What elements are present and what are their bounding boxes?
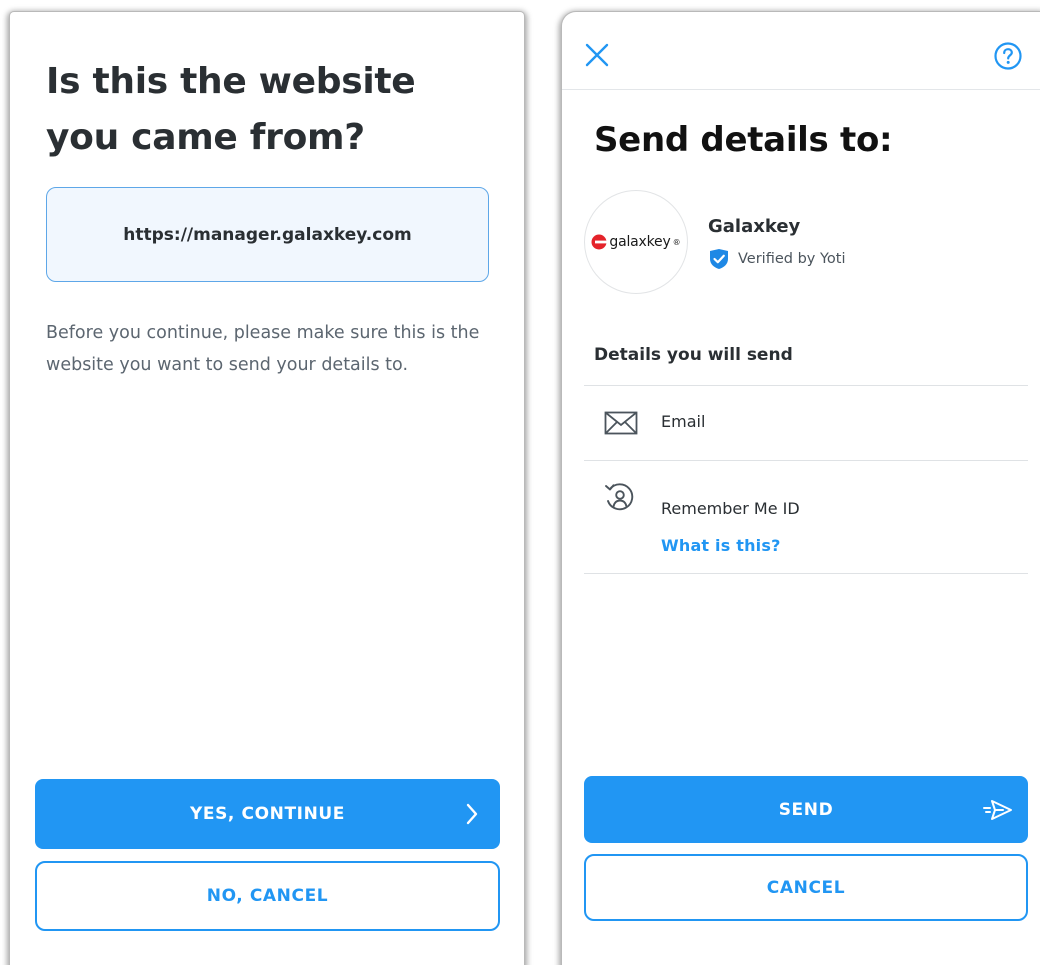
logo-registered-mark: ® <box>672 237 681 247</box>
logo-wordmark: galaxkey <box>609 234 671 250</box>
verified-shield-icon <box>708 248 730 270</box>
yes-continue-label: YES, CONTINUE <box>189 804 346 824</box>
send-plane-icon <box>982 798 1014 822</box>
send-label: SEND <box>778 799 834 820</box>
website-url: https://manager.galaxkey.com <box>123 224 412 245</box>
page-title: Send details to: <box>594 120 893 160</box>
no-cancel-label: NO, CANCEL <box>206 886 329 906</box>
page-title: Is this the website you came from? <box>46 61 416 158</box>
yes-continue-button[interactable]: YES, CONTINUE <box>35 779 500 849</box>
close-icon[interactable] <box>583 41 611 69</box>
no-cancel-button[interactable]: NO, CANCEL <box>35 861 500 931</box>
help-icon[interactable] <box>993 41 1023 71</box>
organisation-logo: galaxkey ® <box>584 190 688 294</box>
send-details-screen: Send details to: galaxkey ® Galaxkey Veri… <box>562 12 1040 965</box>
divider <box>584 573 1028 574</box>
remember-me-icon <box>604 481 636 515</box>
what-is-this-link[interactable]: What is this? <box>661 536 781 555</box>
galaxkey-logo-icon <box>591 234 608 250</box>
website-url-box: https://manager.galaxkey.com <box>46 187 489 282</box>
galaxkey-logo: galaxkey ® <box>591 234 681 250</box>
organisation-name: Galaxkey <box>708 216 801 237</box>
verified-badge: Verified by Yoti <box>708 248 845 270</box>
send-button[interactable]: SEND <box>584 776 1028 843</box>
envelope-icon <box>604 411 638 435</box>
cancel-label: CANCEL <box>766 877 846 898</box>
detail-label: Remember Me ID <box>661 499 800 518</box>
confirm-website-screen: Is this the website you came from? https… <box>10 12 524 965</box>
detail-row-remember-me: Remember Me ID What is this? <box>584 461 1028 573</box>
details-section-title: Details you will send <box>594 345 793 365</box>
chevron-right-icon <box>466 803 478 825</box>
cancel-button[interactable]: CANCEL <box>584 854 1028 921</box>
confirm-description: Before you continue, please make sure th… <box>46 323 480 375</box>
top-bar <box>562 12 1040 90</box>
detail-row-email: Email <box>584 386 1028 460</box>
detail-label: Email <box>661 412 706 431</box>
verified-text: Verified by Yoti <box>738 251 846 267</box>
